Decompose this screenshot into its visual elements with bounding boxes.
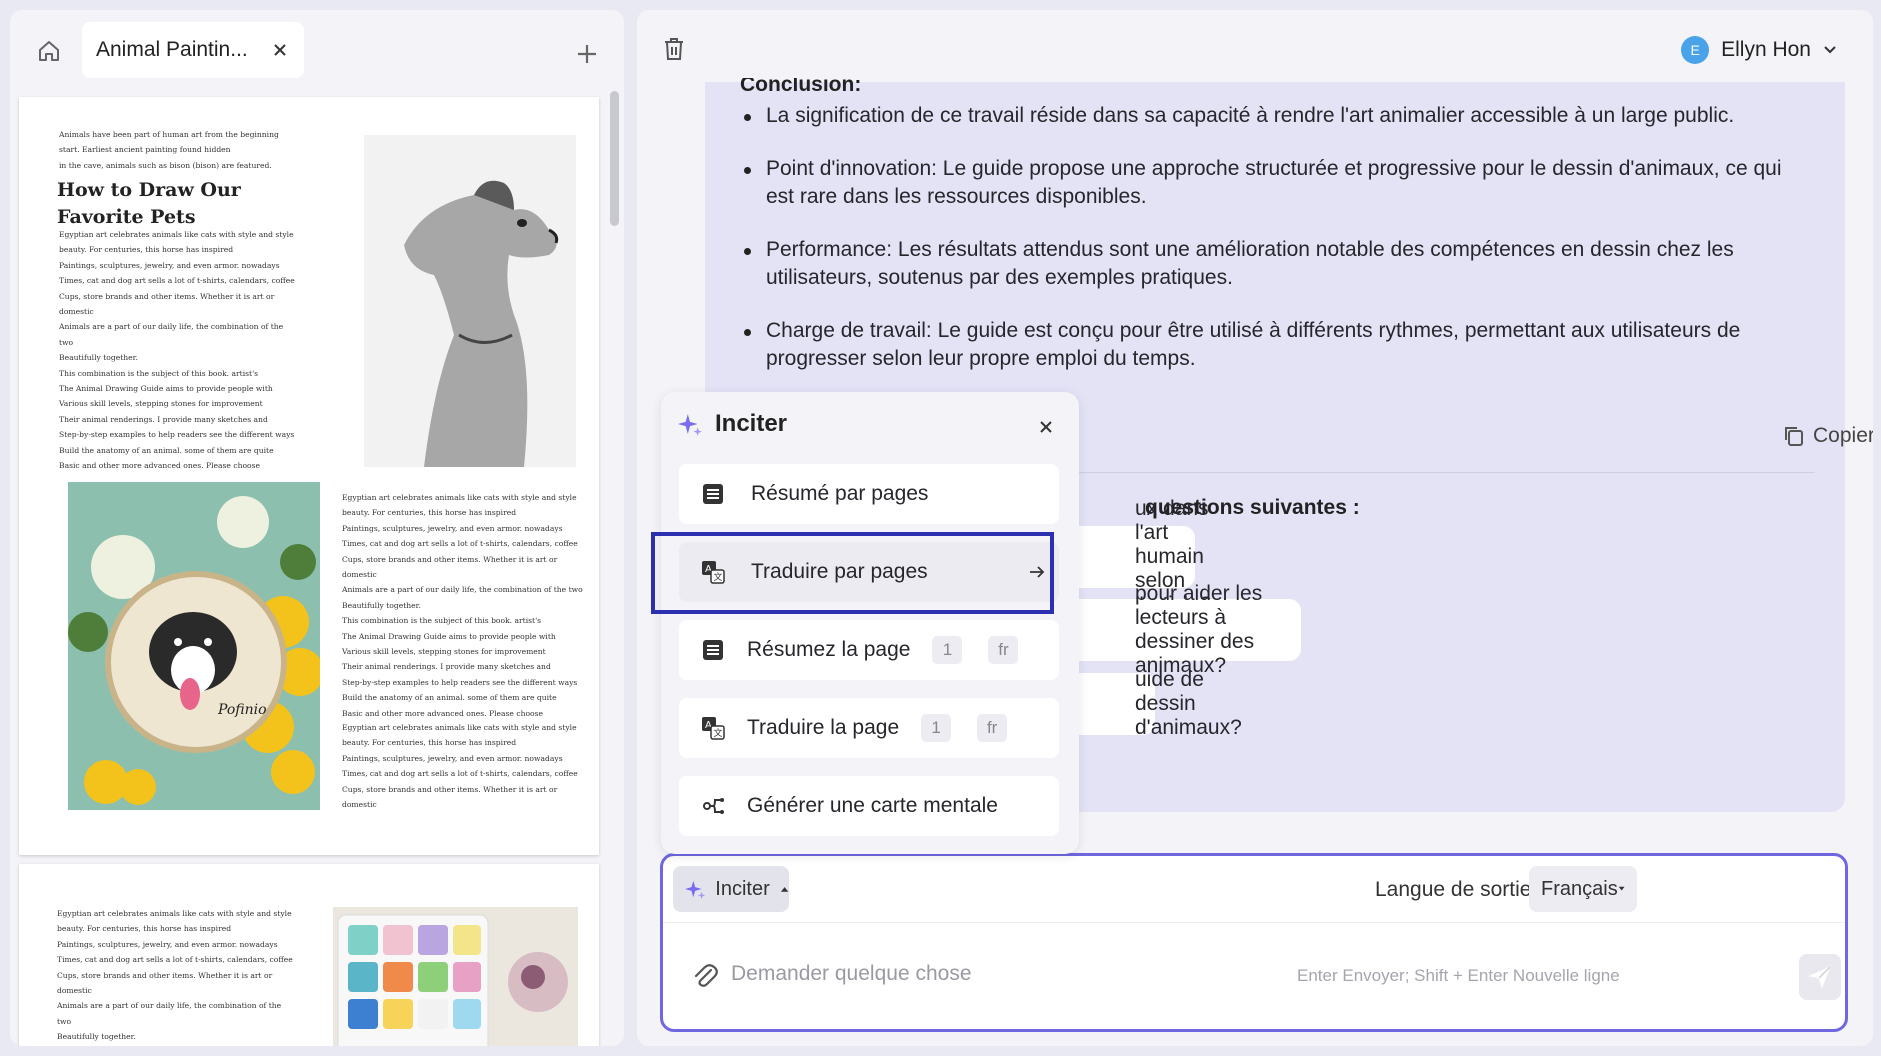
avatar: E bbox=[1681, 36, 1710, 64]
prompt-menu-title: Inciter bbox=[715, 410, 788, 437]
suggested-question-text: uide de dessin d'animaux? bbox=[1135, 668, 1242, 739]
copy-button[interactable]: Copier bbox=[1783, 424, 1873, 448]
menu-item-generate-mind-map[interactable]: Générer une carte mentale bbox=[679, 776, 1059, 836]
list-icon bbox=[703, 484, 723, 504]
menu-item-summarize-page[interactable]: Résumez la page 1 fr bbox=[679, 620, 1059, 680]
user-name: Ellyn Hon bbox=[1721, 38, 1811, 61]
page-number-field[interactable]: 1 bbox=[932, 636, 963, 664]
input-hint: Enter Envoyer; Shift + Enter Nouvelle li… bbox=[1297, 966, 1620, 985]
tab-bar: Animal Paintin... bbox=[10, 10, 624, 86]
send-icon bbox=[1808, 966, 1831, 989]
menu-item-label: Résumé par pages bbox=[751, 482, 929, 505]
output-language-value: Français bbox=[1541, 877, 1618, 900]
clear-chat-button[interactable] bbox=[659, 34, 689, 64]
add-tab-button[interactable] bbox=[573, 40, 601, 68]
suggested-question-text: pour aider les lecteurs à dessiner des a… bbox=[1135, 582, 1263, 677]
chevron-down-icon bbox=[1824, 46, 1836, 54]
copy-icon bbox=[1785, 427, 1803, 446]
list-icon bbox=[703, 640, 723, 660]
ask-input[interactable] bbox=[731, 952, 1291, 996]
page-body-text-3: Egyptian art celebrates animals like cat… bbox=[342, 723, 578, 810]
caret-up-icon bbox=[780, 887, 789, 892]
output-language-label: Langue de sortie bbox=[1375, 878, 1532, 901]
translate-icon: A文 bbox=[702, 717, 725, 740]
conclusion-list: La signification de ce travail réside da… bbox=[740, 102, 1810, 398]
embroidery-signature: Pofinio bbox=[217, 702, 267, 718]
paperclip-icon bbox=[694, 964, 718, 987]
sparkle-icon bbox=[678, 412, 702, 441]
viewer-scrollbar[interactable] bbox=[610, 91, 619, 226]
document-panel: Animal Paintin... Animals have been part… bbox=[10, 10, 624, 1046]
prompt-button-label: Inciter bbox=[715, 877, 770, 900]
language-field[interactable]: fr bbox=[977, 714, 1008, 742]
selection-highlight bbox=[651, 532, 1054, 614]
page-body-text: Egyptian art celebrates animals like cat… bbox=[59, 230, 295, 471]
user-menu[interactable]: E Ellyn Hon bbox=[1681, 32, 1837, 68]
page-number-field[interactable]: 1 bbox=[921, 714, 952, 742]
send-button[interactable] bbox=[1799, 954, 1841, 1000]
menu-item-translate-page[interactable]: A文 Traduire la page 1 fr bbox=[679, 698, 1059, 758]
menu-item-label: Traduire la page bbox=[747, 716, 900, 739]
page-body-text-2: Egyptian art celebrates animals like cat… bbox=[342, 493, 583, 718]
menu-item-label: Résumez la page bbox=[747, 638, 911, 661]
document-tab-title: Animal Paintin... bbox=[96, 38, 248, 61]
page-heading: How to Draw Our Favorite Pets bbox=[57, 179, 241, 228]
output-language-select[interactable]: Français bbox=[1529, 866, 1637, 912]
conclusion-heading: Conclusion: bbox=[740, 78, 862, 92]
page2-body-text: Egyptian art celebrates animals like cat… bbox=[57, 909, 293, 1042]
page-intro-text: Animals have been part of human art from… bbox=[59, 130, 279, 170]
attach-button[interactable] bbox=[691, 962, 719, 990]
embroidery-image: Pofinio bbox=[68, 482, 320, 810]
language-field[interactable]: fr bbox=[988, 636, 1019, 664]
pdf-page: Animals have been part of human art from… bbox=[19, 97, 599, 855]
home-icon bbox=[39, 41, 59, 61]
input-divider bbox=[663, 922, 1845, 923]
close-icon bbox=[274, 44, 286, 56]
list-item: La signification de ce travail réside da… bbox=[740, 102, 1810, 130]
chat-input-box: Inciter Langue de sortie Français Enter … bbox=[660, 853, 1848, 1032]
document-tab[interactable]: Animal Paintin... bbox=[82, 22, 304, 78]
list-item: Point d'innovation: Le guide propose une… bbox=[740, 155, 1810, 211]
list-item: Charge de travail: Le guide est conçu po… bbox=[740, 317, 1810, 373]
close-tab-button[interactable] bbox=[270, 40, 290, 60]
svg-text:文: 文 bbox=[714, 727, 723, 739]
copy-label: Copier bbox=[1813, 424, 1873, 447]
home-button[interactable] bbox=[32, 34, 66, 68]
dog-sketch-image bbox=[364, 135, 576, 467]
close-icon bbox=[1040, 421, 1052, 433]
pdf-page-2: Egyptian art celebrates animals like cat… bbox=[19, 864, 599, 1046]
menu-item-summary-by-pages[interactable]: Résumé par pages bbox=[679, 464, 1059, 524]
mindmap-icon bbox=[703, 798, 724, 814]
close-prompt-menu-button[interactable] bbox=[1035, 416, 1057, 438]
sparkle-icon bbox=[685, 880, 706, 900]
caret-down-icon bbox=[1618, 886, 1625, 891]
trash-icon bbox=[665, 38, 683, 60]
plus-icon bbox=[578, 45, 596, 63]
menu-item-label: Générer une carte mentale bbox=[747, 794, 998, 817]
prompt-menu: Inciter Résumé par pages A文 Traduire par… bbox=[651, 392, 1079, 854]
pdf-viewer[interactable]: Animals have been part of human art from… bbox=[10, 86, 624, 1046]
prompt-button[interactable]: Inciter bbox=[673, 866, 789, 912]
paint-palette-image bbox=[333, 907, 578, 1046]
list-item: Performance: Les résultats attendus sont… bbox=[740, 236, 1810, 292]
